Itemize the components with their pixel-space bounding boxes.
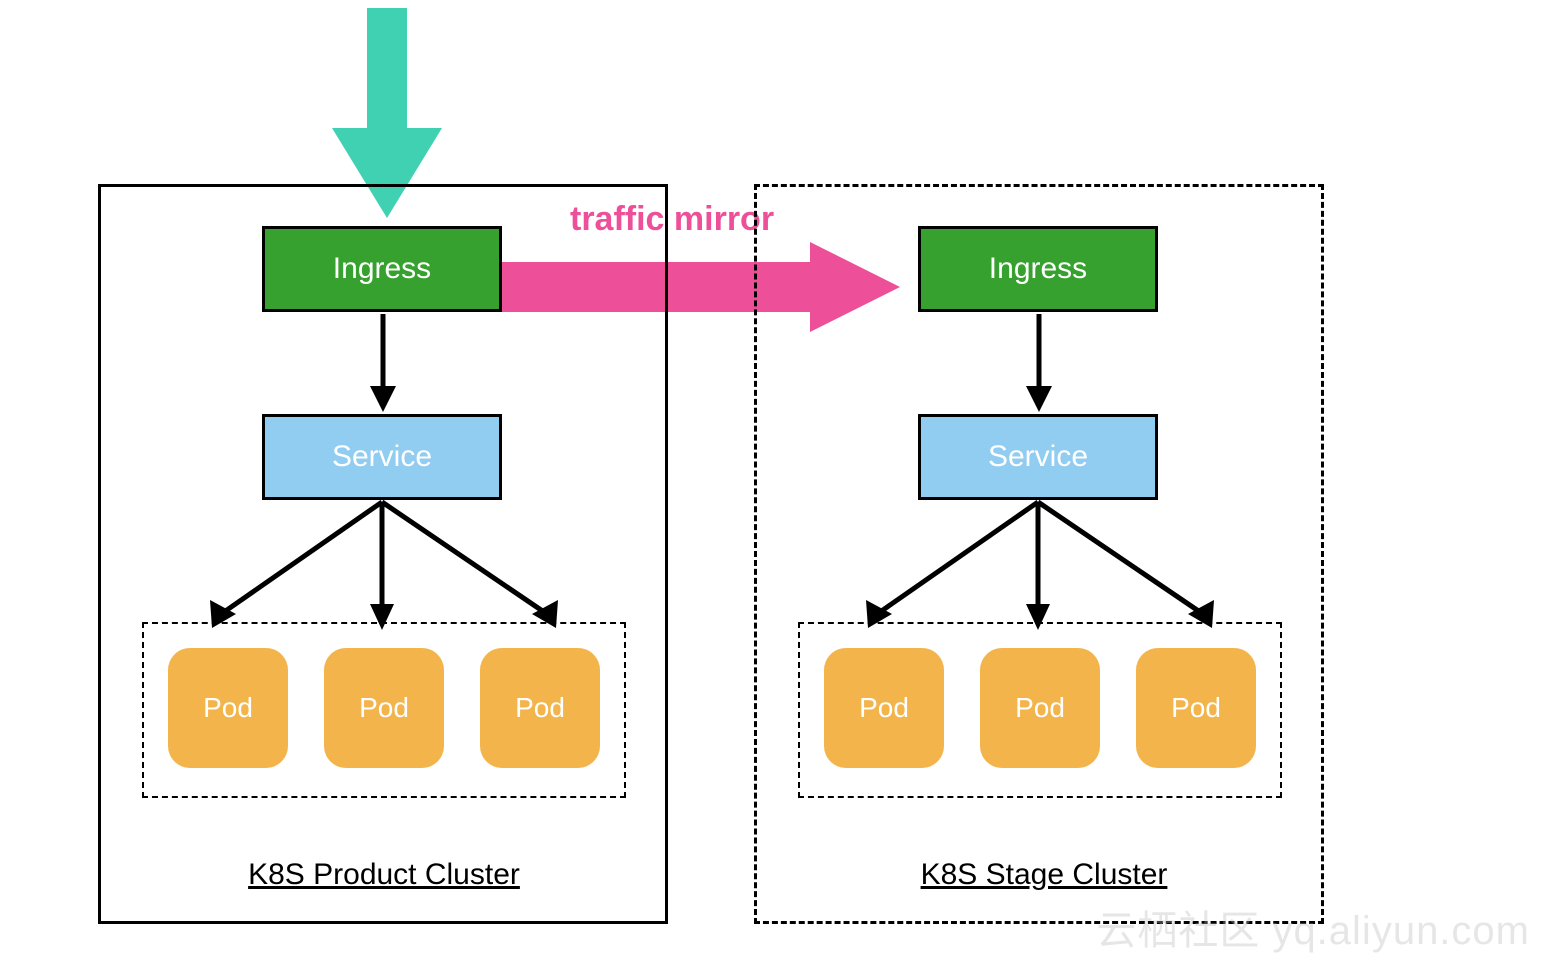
- product-pod-1-label: Pod: [203, 692, 253, 724]
- product-service-node: Service: [262, 414, 502, 500]
- product-pod-3: Pod: [480, 648, 600, 768]
- product-ingress-node: Ingress: [262, 226, 502, 312]
- stage-service-fanout-arrow-icon: [806, 502, 1274, 642]
- stage-pod-3: Pod: [1136, 648, 1256, 768]
- stage-pod-1-label: Pod: [859, 692, 909, 724]
- stage-pod-3-label: Pod: [1171, 692, 1221, 724]
- product-ingress-label: Ingress: [333, 252, 431, 286]
- stage-pod-1: Pod: [824, 648, 944, 768]
- product-pod-2-label: Pod: [359, 692, 409, 724]
- product-service-label: Service: [332, 440, 432, 474]
- diagram-canvas: traffic mirror Ingress Service Pod Pod P…: [0, 0, 1542, 960]
- product-pod-1: Pod: [168, 648, 288, 768]
- product-pod-2: Pod: [324, 648, 444, 768]
- stage-pod-2-label: Pod: [1015, 692, 1065, 724]
- stage-pod-2: Pod: [980, 648, 1100, 768]
- product-ingress-to-service-arrow-icon: [368, 314, 398, 414]
- stage-cluster-caption: K8S Stage Cluster: [884, 858, 1204, 892]
- product-service-fanout-arrow-icon: [150, 502, 618, 642]
- product-cluster-caption: K8S Product Cluster: [214, 858, 554, 892]
- stage-service-label: Service: [988, 440, 1088, 474]
- stage-service-node: Service: [918, 414, 1158, 500]
- stage-ingress-node: Ingress: [918, 226, 1158, 312]
- product-pod-3-label: Pod: [515, 692, 565, 724]
- stage-ingress-to-service-arrow-icon: [1024, 314, 1054, 414]
- stage-ingress-label: Ingress: [989, 252, 1087, 286]
